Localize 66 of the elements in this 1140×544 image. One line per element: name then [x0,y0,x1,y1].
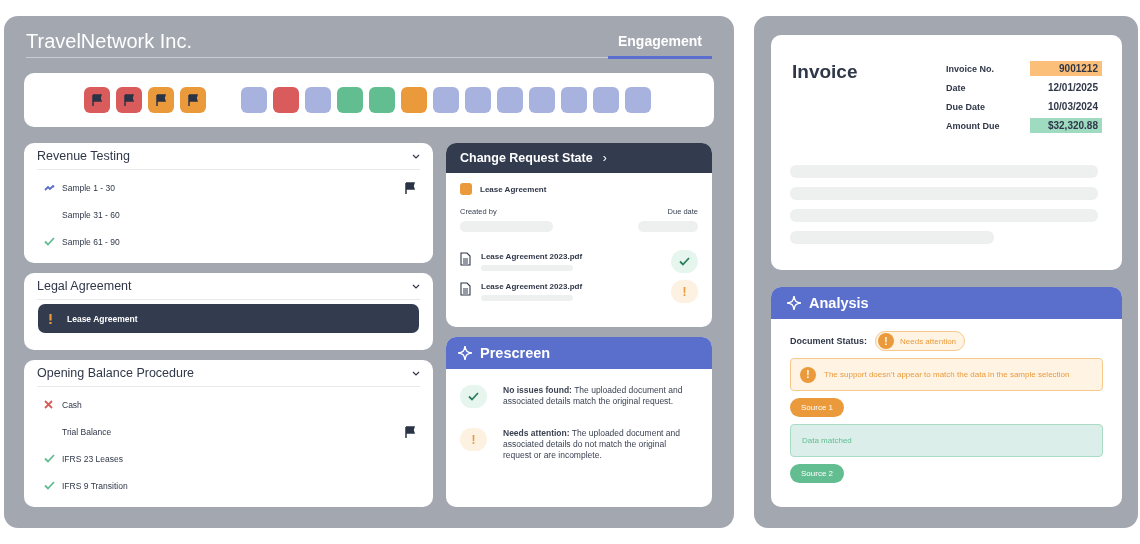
chevron-down-icon [412,153,420,159]
status-tile[interactable] [465,87,491,113]
check-icon [679,257,690,266]
list-item[interactable]: Trial Balance [37,418,420,445]
flag-tile[interactable] [84,87,110,113]
flag-icon [91,94,103,106]
chevron-right[interactable]: › [602,151,607,165]
status-badge: ! Needs attention [875,331,966,351]
status-tile[interactable] [273,87,299,113]
list-item[interactable]: Sample 1 - 30 [37,174,420,201]
list-item[interactable]: Cash [37,391,420,418]
chevron-down-icon [412,370,420,376]
status-tile[interactable] [529,87,555,113]
status-tile[interactable] [401,87,427,113]
field-label: Invoice No. [946,63,995,74]
warning-badge: ! [671,280,698,303]
file-name[interactable]: Lease Agreement 2023.pdf [481,282,583,291]
list-item[interactable]: Sample 31 - 60 [37,201,420,228]
status-tile[interactable] [305,87,331,113]
flag-icon [123,94,135,106]
status-tile[interactable] [337,87,363,113]
card-header: Prescreen [446,337,712,369]
status-tile[interactable] [241,87,267,113]
section-header[interactable]: Revenue Testing [37,143,420,170]
tag-label: Lease Agreement [480,184,547,194]
status-tile[interactable] [625,87,651,113]
prescreen-message: Needs attention: The uploaded document and associated details do not match the original request or are incomplete. [503,428,682,461]
sparkle-icon [787,296,801,310]
document-icon [460,252,471,266]
flag-tile[interactable] [116,87,142,113]
status-tile[interactable] [593,87,619,113]
section-header[interactable]: Legal Agreement [37,273,420,300]
status-tile[interactable] [561,87,587,113]
list-item[interactable]: IFRS 23 Leases [37,445,420,472]
field-value: 10/03/2024 [1046,100,1099,114]
chevron-down-icon [412,283,420,289]
file-name[interactable]: Lease Agreement 2023.pdf [481,252,583,261]
field-value: 9001212 [1030,61,1102,76]
section-header[interactable]: Opening Balance Procedure [37,360,420,387]
status-label: Document Status: [790,336,867,346]
warning-alert: ! The support doesn’t appear to match the data in the sample selection [790,358,1103,391]
flag-icon [187,94,199,106]
status-tile[interactable] [433,87,459,113]
status-tile[interactable] [369,87,395,113]
match-message: Data matched [790,424,1103,457]
prescreen-message: No issues found: The uploaded document and associated details match the original request. [503,385,684,407]
company-name: TravelNetwork Inc. [26,30,192,54]
list-item[interactable]: IFRS 9 Transition [37,472,420,499]
field-value: 12/01/2025 [1046,81,1099,95]
list-item[interactable]: Lease Agreement [38,304,419,333]
field-label: Date [946,82,967,93]
flag-tile[interactable] [180,87,206,113]
field-value: $32,320.88 [1030,118,1102,133]
card-header: Analysis [771,287,1122,319]
document-icon [460,282,471,296]
flag-icon [155,94,167,106]
check-icon [468,392,479,401]
invoice-title: Invoice [792,61,858,83]
sparkle-icon [458,346,472,360]
card-header: Change Request State › [446,143,712,173]
warning-badge: ! [460,428,487,451]
field-label: Due Date [946,101,986,112]
flag-tile[interactable] [148,87,174,113]
status-tile[interactable] [497,87,523,113]
list-item[interactable]: Sample 61 - 90 [37,228,420,255]
field-label: Amount Due [946,120,1001,131]
